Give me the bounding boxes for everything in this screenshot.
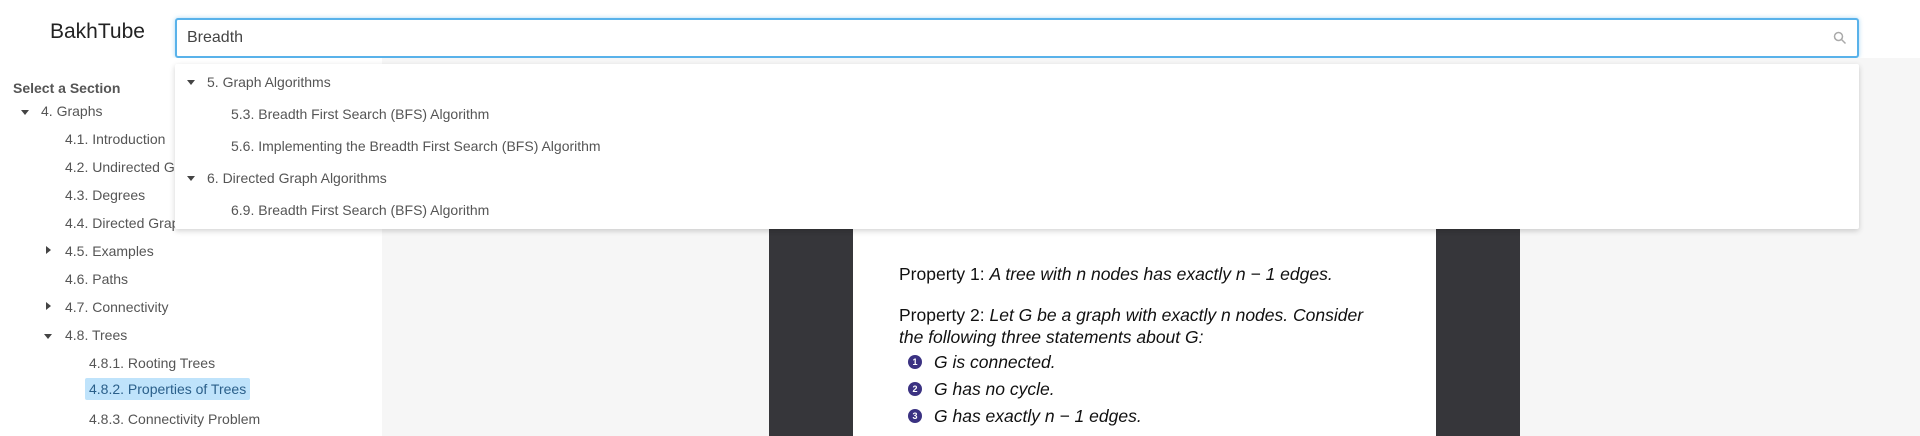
chevron-right-icon[interactable] xyxy=(46,302,51,310)
result-item[interactable]: 5.3. Breadth First Search (BFS) Algorith… xyxy=(231,105,489,123)
tree-item-connectivity[interactable]: 4.7. Connectivity xyxy=(65,298,169,316)
tree-item-examples[interactable]: 4.5. Examples xyxy=(65,242,154,260)
tree-item-undirected[interactable]: 4.2. Undirected G xyxy=(65,158,175,176)
property-1-text: A tree with n nodes has exactly n − 1 ed… xyxy=(989,264,1333,284)
tree-item-introduction[interactable]: 4.1. Introduction xyxy=(65,130,165,148)
property-1: Property 1: A tree with n nodes has exac… xyxy=(899,263,1333,285)
search-icon[interactable] xyxy=(1833,31,1847,45)
sidebar-title: Select a Section xyxy=(13,80,121,96)
bullet-3-icon: 3 xyxy=(908,409,922,423)
app-brand[interactable]: BakhTube xyxy=(50,20,145,44)
tree-item-directed[interactable]: 4.4. Directed Grap xyxy=(65,214,179,232)
tree-item-properties-of-trees[interactable]: 4.8.2. Properties of Trees xyxy=(85,378,251,400)
tree-item-connectivity-problem[interactable]: 4.8.3. Connectivity Problem xyxy=(89,410,260,428)
property-2-text-line1: Let G be a graph with exactly n nodes. C… xyxy=(989,305,1364,325)
chevron-down-icon[interactable] xyxy=(187,80,195,85)
chevron-down-icon[interactable] xyxy=(21,110,29,115)
result-group-directed-graph-algorithms[interactable]: 6. Directed Graph Algorithms xyxy=(207,169,387,187)
chevron-down-icon[interactable] xyxy=(44,334,52,339)
bullet-2-text: G has no cycle. xyxy=(934,379,1055,399)
chevron-down-icon[interactable] xyxy=(187,176,195,181)
tree-item-degrees[interactable]: 4.3. Degrees xyxy=(65,186,145,204)
result-group-graph-algorithms[interactable]: 5. Graph Algorithms xyxy=(207,73,331,91)
result-item[interactable]: 6.9. Breadth First Search (BFS) Algorith… xyxy=(231,201,489,219)
search-input[interactable] xyxy=(177,20,1833,56)
search-results-dropdown: 5. Graph Algorithms 5.3. Breadth First S… xyxy=(175,64,1859,229)
property-2-text-line2: the following three statements about G: xyxy=(899,327,1204,347)
tree-item-graphs[interactable]: 4. Graphs xyxy=(41,102,102,120)
property-2-line1: Property 2: Let G be a graph with exactl… xyxy=(899,304,1363,326)
chevron-right-icon[interactable] xyxy=(46,246,51,254)
bullet-1-icon: 1 xyxy=(908,355,922,369)
property-1-label: Property 1: xyxy=(899,264,985,284)
bullet-1-text: G is connected. xyxy=(934,352,1056,372)
tree-item-rooting-trees[interactable]: 4.8.1. Rooting Trees xyxy=(89,354,215,372)
property-2-label: Property 2: xyxy=(899,305,985,325)
search-box[interactable] xyxy=(175,18,1859,58)
result-item[interactable]: 5.6. Implementing the Breadth First Sear… xyxy=(231,137,601,155)
lecture-slide[interactable]: Property 1: A tree with n nodes has exac… xyxy=(853,228,1436,436)
bullet-2-icon: 2 xyxy=(908,382,922,396)
tree-item-trees[interactable]: 4.8. Trees xyxy=(65,326,127,344)
bullet-3-text: G has exactly n − 1 edges. xyxy=(934,406,1142,426)
tree-item-paths[interactable]: 4.6. Paths xyxy=(65,270,128,288)
